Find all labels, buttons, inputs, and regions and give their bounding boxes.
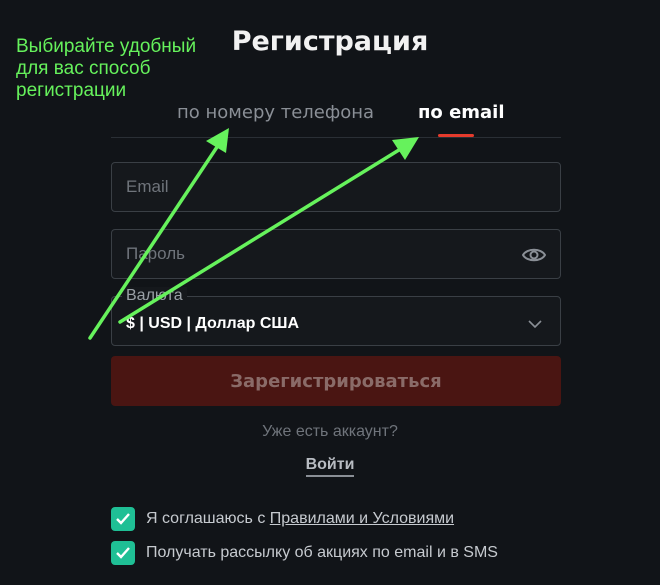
login-link-row: Войти	[0, 456, 660, 477]
tab-email[interactable]: по email	[418, 102, 505, 123]
registration-tabs: по номеру телефона по email	[111, 96, 561, 138]
eye-icon[interactable]	[521, 245, 547, 265]
annotation-text: Выбирайте удобный для вас способ регистр…	[16, 36, 197, 101]
email-input[interactable]	[112, 163, 560, 211]
password-field	[111, 229, 561, 279]
check-icon	[116, 547, 130, 559]
check-icon	[116, 513, 130, 525]
terms-label: Я соглашаюсь с Правилами и Условиями	[146, 510, 455, 527]
have-account-text: Уже есть аккаунт?	[262, 423, 398, 440]
active-tab-indicator	[438, 134, 474, 137]
password-input[interactable]	[112, 230, 560, 278]
terms-link[interactable]: Правилами и Условиями	[270, 510, 454, 527]
tab-phone[interactable]: по номеру телефона	[177, 102, 374, 123]
consent-newsletter-row: Получать рассылку об акциях по email и в…	[111, 541, 498, 565]
newsletter-label: Получать рассылку об акциях по email и в…	[146, 544, 498, 561]
currency-value: $ | USD | Доллар США	[126, 315, 300, 332]
terms-checkbox[interactable]	[111, 507, 135, 531]
login-link[interactable]: Войти	[305, 456, 355, 477]
currency-label: Валюта	[122, 287, 187, 305]
chevron-down-icon[interactable]	[528, 316, 542, 329]
currency-select[interactable]: Валюта $ | USD | Доллар США	[111, 287, 561, 346]
consent-terms-row: Я соглашаюсь с Правилами и Условиями	[111, 507, 454, 531]
email-field	[111, 162, 561, 212]
register-button[interactable]: Зарегистрироваться	[111, 356, 561, 406]
newsletter-checkbox[interactable]	[111, 541, 135, 565]
